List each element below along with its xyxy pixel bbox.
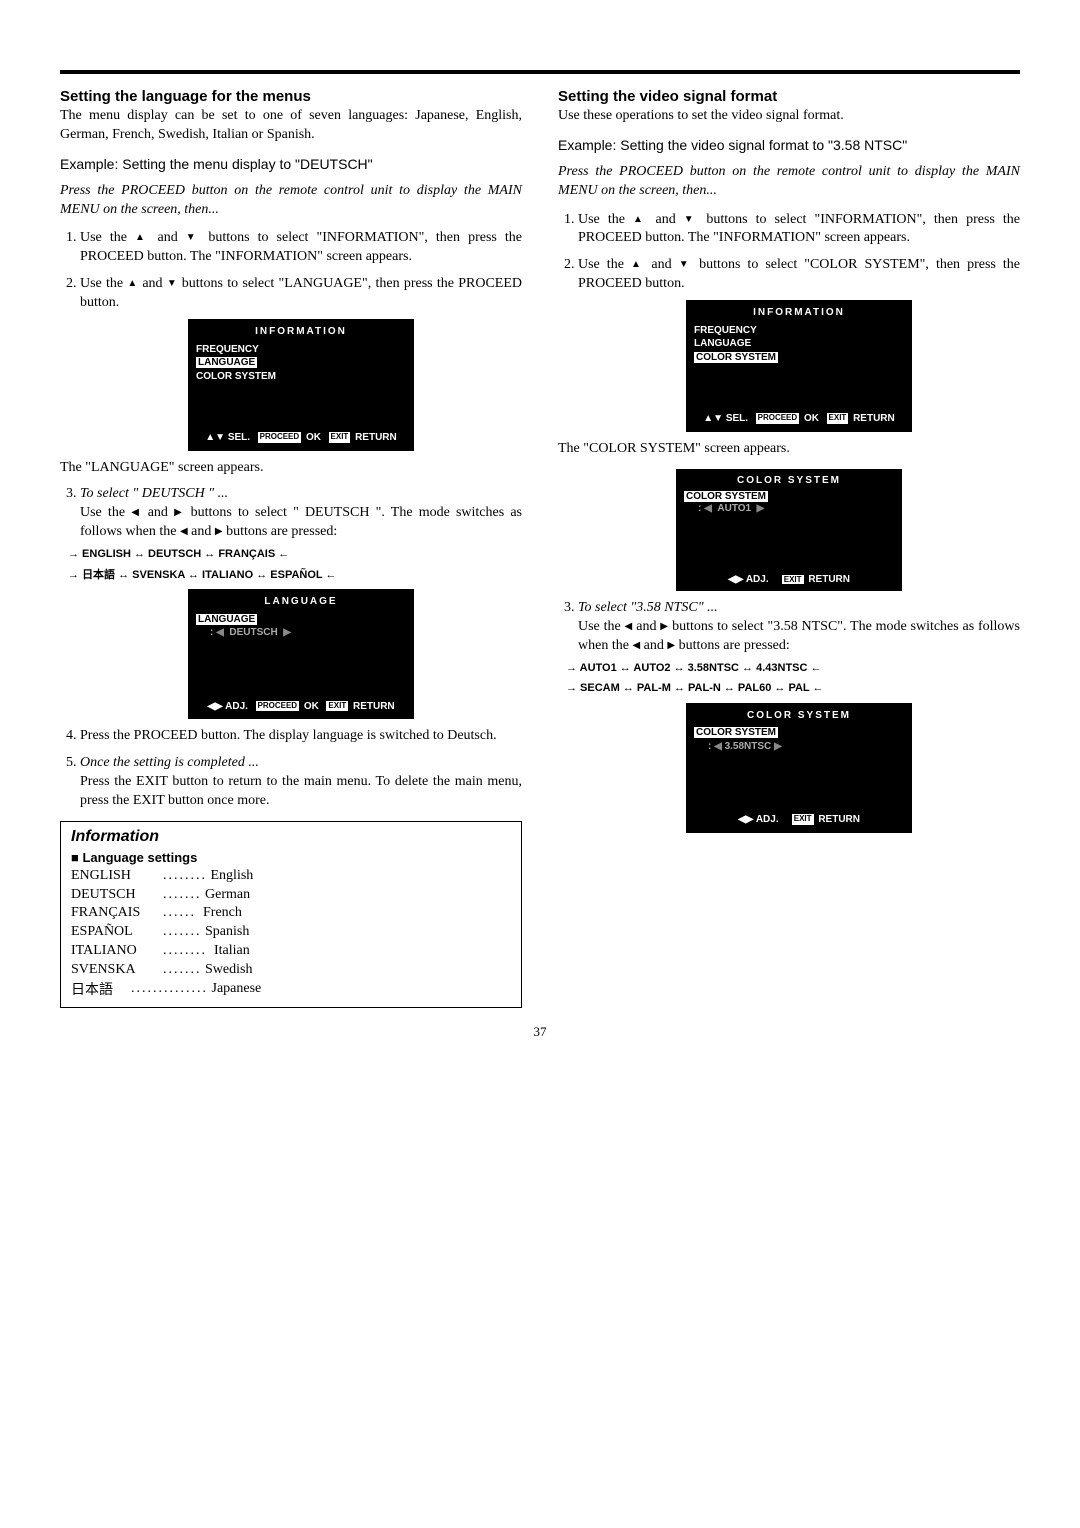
left-triangle-icon: ◀ bbox=[632, 640, 640, 651]
lang-row: SVENSKA....... Swedish bbox=[71, 961, 511, 980]
up-triangle-icon: ▲ bbox=[633, 214, 647, 225]
exit-tag: EXIT bbox=[827, 413, 849, 424]
step2-language: Use the ▲ and ▼ buttons to select "LANGU… bbox=[80, 275, 522, 477]
down-triangle-icon: ▼ bbox=[186, 232, 200, 243]
intro-video: Use these operations to set the video si… bbox=[558, 107, 1020, 126]
intro-language: The menu display can be set to one of se… bbox=[60, 107, 522, 145]
proceed-tag: PROCEED bbox=[756, 413, 800, 424]
up-triangle-icon: ▲ bbox=[631, 259, 644, 270]
step3-video: To select "3.58 NTSC" ... Use the ◀ and … bbox=[578, 599, 1020, 833]
osd-item-frequency: FREQUENCY bbox=[694, 324, 904, 338]
lang-row: ESPAÑOL....... Spanish bbox=[71, 923, 511, 942]
step1-video: Use the ▲ and ▼ buttons to select "INFOR… bbox=[578, 211, 1020, 249]
down-triangle-icon: ▼ bbox=[684, 214, 698, 225]
step5-language: Once the setting is completed ... Press … bbox=[80, 754, 522, 811]
osd-item-colorsystem: COLOR SYSTEM bbox=[684, 490, 894, 504]
osd-colorsystem-auto: COLOR SYSTEM COLOR SYSTEM : ◀ AUTO1 ▶ ◀▶… bbox=[676, 469, 902, 592]
osd-title: COLOR SYSTEM bbox=[694, 709, 904, 723]
colorsystem-cycle-1: → AUTO1 ↔ AUTO2 ↔ 3.58NTSC ↔ 4.43NTSC ← bbox=[566, 660, 1020, 677]
after-osd1-video: The "COLOR SYSTEM" screen appears. bbox=[558, 440, 1020, 459]
osd-value-colorsystem: : ◀ 3.58NTSC ▶ bbox=[708, 740, 904, 754]
example-video: Example: Setting the video signal format… bbox=[558, 136, 1020, 155]
osd-language-select: LANGUAGE LANGUAGE : ◀ DEUTSCH ▶ ◀▶ ADJ. … bbox=[188, 589, 414, 719]
page-number: 37 bbox=[60, 1024, 1020, 1040]
language-cycle-2: → 日本語 ↔ SVENSKA ↔ ITALIANO ↔ ESPAÑOL ← bbox=[68, 567, 522, 584]
up-triangle-icon: ▲ bbox=[135, 232, 149, 243]
osd-item-language: LANGUAGE bbox=[196, 613, 406, 627]
right-triangle-icon: ▶ bbox=[174, 507, 184, 518]
exit-tag: EXIT bbox=[326, 701, 348, 712]
lang-row: 日本語.............. Japanese bbox=[71, 980, 511, 999]
lang-row: FRANÇAIS...... French bbox=[71, 904, 511, 923]
osd-information-video: INFORMATION FREQUENCY LANGUAGE COLOR SYS… bbox=[686, 300, 912, 432]
lang-row: ITALIANO........ Italian bbox=[71, 942, 511, 961]
osd-item-language: LANGUAGE bbox=[196, 356, 406, 370]
right-triangle-icon: ▶ bbox=[667, 640, 675, 651]
exit-tag: EXIT bbox=[329, 432, 351, 443]
step3-language: To select " DEUTSCH " ... Use the ◀ and … bbox=[80, 485, 522, 719]
osd-information-language: INFORMATION FREQUENCY LANGUAGE COLOR SYS… bbox=[188, 319, 414, 451]
proceed-tag: PROCEED bbox=[256, 701, 300, 712]
step2-video: Use the ▲ and ▼ buttons to select "COLOR… bbox=[578, 256, 1020, 431]
left-triangle-icon: ◀ bbox=[180, 526, 188, 537]
step4-language: Press the PROCEED button. The display la… bbox=[80, 727, 522, 746]
exit-tag: EXIT bbox=[782, 575, 804, 584]
osd-footer: ◀▶ ADJ. PROCEED OK EXIT RETURN bbox=[196, 700, 406, 714]
down-triangle-icon: ▼ bbox=[167, 278, 178, 289]
osd-item-colorsystem: COLOR SYSTEM bbox=[694, 726, 904, 740]
example-language: Example: Setting the menu display to "DE… bbox=[60, 155, 522, 174]
after-osd1-language: The "LANGUAGE" screen appears. bbox=[60, 459, 522, 478]
leftright-icon: ◀▶ bbox=[207, 701, 222, 712]
updown-icon: ▲▼ bbox=[205, 432, 225, 443]
updown-icon: ▲▼ bbox=[703, 413, 723, 424]
osd-item-frequency: FREQUENCY bbox=[196, 343, 406, 357]
leftright-icon: ◀▶ bbox=[728, 574, 743, 585]
exit-tag: EXIT bbox=[792, 814, 814, 825]
up-triangle-icon: ▲ bbox=[127, 278, 138, 289]
right-column: Setting the video signal format Use thes… bbox=[558, 88, 1020, 1008]
instruction-video: Press the PROCEED button on the remote c… bbox=[558, 163, 1020, 201]
leftright-icon: ◀▶ bbox=[738, 814, 753, 825]
osd-item-language: LANGUAGE bbox=[694, 337, 904, 351]
infobox-title: Information bbox=[71, 828, 511, 846]
osd-title: COLOR SYSTEM bbox=[684, 475, 894, 486]
language-cycle-1: → ENGLISH ↔ DEUTSCH ↔ FRANÇAIS ← bbox=[68, 546, 522, 563]
osd-item-colorsystem: COLOR SYSTEM bbox=[196, 370, 406, 384]
information-box: Information Language settings ENGLISH...… bbox=[60, 821, 522, 1008]
lang-row: ENGLISH........ English bbox=[71, 867, 511, 886]
proceed-tag: PROCEED bbox=[258, 432, 302, 443]
left-triangle-icon: ◀ bbox=[131, 507, 141, 518]
osd-title: LANGUAGE bbox=[196, 595, 406, 609]
osd-footer: ▲▼ SEL. PROCEED OK EXIT RETURN bbox=[196, 431, 406, 445]
instruction-language: Press the PROCEED button on the remote c… bbox=[60, 182, 522, 220]
heading-video: Setting the video signal format bbox=[558, 88, 1020, 105]
right-triangle-icon: ▶ bbox=[215, 526, 223, 537]
osd-item-colorsystem: COLOR SYSTEM bbox=[694, 351, 904, 365]
osd-footer: ◀▶ ADJ. EXIT RETURN bbox=[694, 813, 904, 827]
osd-footer: ▲▼ SEL. PROCEED OK EXIT RETURN bbox=[694, 412, 904, 426]
osd-value-language: : ◀ DEUTSCH ▶ bbox=[210, 626, 406, 640]
down-triangle-icon: ▼ bbox=[679, 259, 692, 270]
colorsystem-cycle-2: → SECAM ↔ PAL-M ↔ PAL-N ↔ PAL60 ↔ PAL ← bbox=[566, 680, 1020, 697]
osd-title: INFORMATION bbox=[694, 306, 904, 320]
horizontal-rule bbox=[60, 70, 1020, 74]
language-table: ENGLISH........ English DEUTSCH....... G… bbox=[71, 867, 511, 999]
osd-footer: ◀▶ ADJ. EXIT RETURN bbox=[684, 574, 894, 585]
left-column: Setting the language for the menus The m… bbox=[60, 88, 522, 1008]
osd-title: INFORMATION bbox=[196, 325, 406, 339]
infobox-subtitle: Language settings bbox=[71, 850, 511, 865]
heading-language: Setting the language for the menus bbox=[60, 88, 522, 105]
lang-row: DEUTSCH....... German bbox=[71, 886, 511, 905]
step1-language: Use the ▲ and ▼ buttons to select "INFOR… bbox=[80, 229, 522, 267]
osd-value-colorsystem: : ◀ AUTO1 ▶ bbox=[698, 503, 894, 514]
osd-colorsystem-ntsc: COLOR SYSTEM COLOR SYSTEM : ◀ 3.58NTSC ▶… bbox=[686, 703, 912, 833]
